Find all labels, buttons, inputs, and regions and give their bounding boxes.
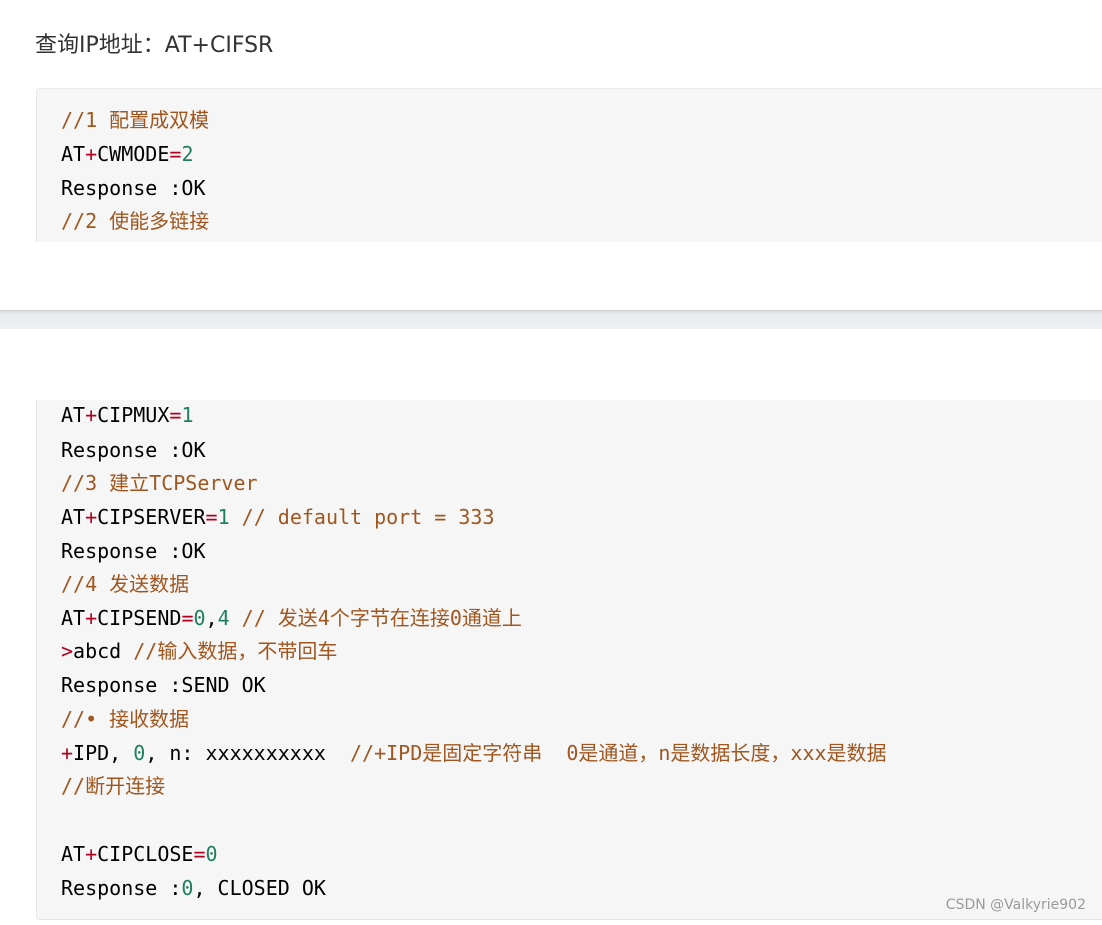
code-response-line: Response :SEND OK <box>61 673 266 697</box>
code-response-line: Response :OK <box>61 438 206 462</box>
code-comment-line: //断开连接 <box>61 774 166 798</box>
page-break-separator <box>0 310 1102 329</box>
code-line-cwmode: AT+CWMODE=2 <box>61 142 194 166</box>
code-response-line: Response :OK <box>61 176 206 200</box>
code-line-cipmux: AT+CIPMUX=1 <box>61 403 194 427</box>
code-block-bottom: AT+CIPMUX=1 Response :OK //3 建立TCPServer… <box>36 400 1102 920</box>
code-comment-line: //3 建立TCPServer <box>61 471 258 495</box>
code-line-cipserver: AT+CIPSERVER=1 // default port = 333 <box>61 505 495 529</box>
code-comment-line: //2 使能多链接 <box>61 209 210 233</box>
section-heading: 查询IP地址：AT+CIFSR <box>35 33 274 58</box>
code-line-input: >abcd //输入数据，不带回车 <box>61 639 338 663</box>
code-response-line: Response :OK <box>61 539 206 563</box>
code-comment-line: //• 接收数据 <box>61 707 190 731</box>
csdn-watermark: CSDN @Valkyrie902 <box>945 897 1086 913</box>
code-block-top: //1 配置成双模 AT+CWMODE=2 Response :OK //2 使… <box>36 88 1102 242</box>
code-comment-line: //1 配置成双模 <box>61 108 210 132</box>
code-comment-line: //4 发送数据 <box>61 572 190 596</box>
code-line-cipsend: AT+CIPSEND=0,4 // 发送4个字节在连接0通道上 <box>61 606 522 630</box>
code-line-cipclose: AT+CIPCLOSE=0 <box>61 842 218 866</box>
code-line-closed: Response :0, CLOSED OK <box>61 876 326 900</box>
code-line-ipd: +IPD, 0, n: xxxxxxxxxx //+IPD是固定字符串 0是通道… <box>61 741 887 765</box>
